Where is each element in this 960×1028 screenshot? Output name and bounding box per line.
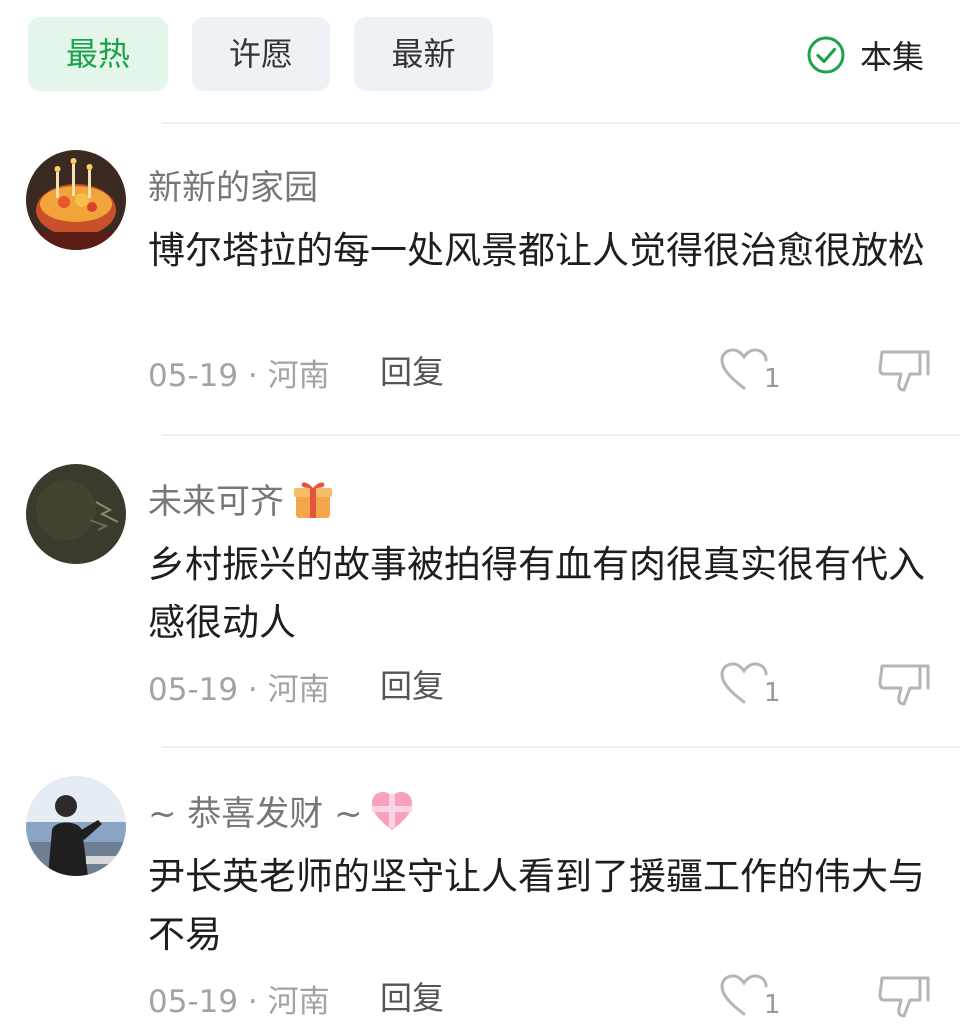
comment-text: 博尔塔拉的每一处风景都让人觉得很治愈很放松 — [148, 229, 925, 272]
divider — [162, 434, 960, 436]
comment-meta: 05-19 · 河南 — [148, 983, 330, 1020]
thumbs-down-icon — [878, 350, 930, 392]
thumbs-down-icon — [878, 976, 930, 1018]
username[interactable]: ~ 恭喜发财 ~ — [148, 786, 415, 835]
reply-button[interactable]: 回复 — [380, 350, 444, 394]
divider — [162, 746, 960, 748]
tab-hottest[interactable]: 最热 — [28, 17, 168, 91]
comment-text: 乡村振兴的故事被拍得有血有肉很真实很有代入感很动人 — [148, 543, 925, 644]
heart-icon — [720, 348, 768, 390]
dislike-button[interactable] — [876, 660, 936, 712]
avatar[interactable] — [26, 776, 126, 876]
like-button[interactable]: 1 — [718, 972, 782, 1026]
username[interactable]: 新新的家园 — [148, 160, 318, 209]
reply-button[interactable]: 回复 — [380, 664, 444, 708]
like-button[interactable]: 1 — [718, 660, 782, 714]
check-circle-icon — [807, 36, 845, 74]
tab-latest[interactable]: 最新 — [354, 17, 493, 91]
heart-icon — [720, 662, 768, 704]
avatar[interactable] — [26, 464, 126, 564]
episode-toggle[interactable]: 本集 — [806, 30, 924, 80]
gift-icon — [290, 476, 336, 522]
dislike-button[interactable] — [876, 346, 936, 398]
comment-meta: 05-19 · 河南 — [148, 671, 330, 708]
avatar[interactable] — [26, 150, 126, 250]
like-count: 1 — [764, 990, 781, 1020]
username[interactable]: 未来可齐 — [148, 474, 336, 523]
divider — [162, 122, 960, 124]
tab-wish[interactable]: 许愿 — [192, 17, 330, 91]
reply-button[interactable]: 回复 — [380, 976, 444, 1020]
thumbs-down-icon — [878, 664, 930, 706]
like-count: 1 — [764, 678, 781, 708]
comment-text: 尹长英老师的坚守让人看到了援疆工作的伟大与不易 — [148, 855, 925, 956]
episode-toggle-label: 本集 — [860, 38, 925, 76]
comment-meta: 05-19 · 河南 — [148, 357, 330, 394]
like-count: 1 — [764, 364, 781, 394]
like-button[interactable]: 1 — [718, 346, 782, 400]
heart-ribbon-icon — [369, 788, 415, 834]
dislike-button[interactable] — [876, 972, 936, 1024]
heart-icon — [720, 974, 768, 1016]
filter-bar: 最热 许愿 最新 本集 — [0, 0, 960, 110]
